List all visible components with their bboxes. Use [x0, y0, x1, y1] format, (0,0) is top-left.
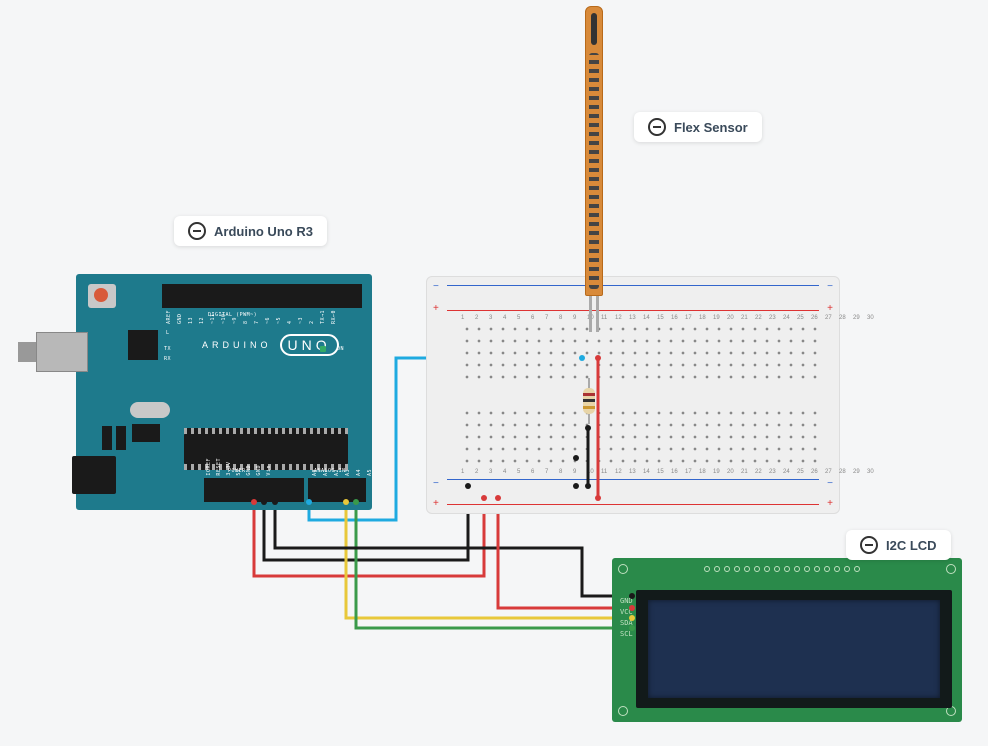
rail-minus: − [433, 281, 439, 292]
analog-header[interactable] [308, 478, 366, 502]
flex-sensor-leads [587, 296, 601, 332]
flex-sensor-strip [585, 6, 603, 296]
arduino-board[interactable]: ARDUINO UNO DIGITAL (PWM~) POWER ANALOG … [76, 274, 372, 510]
breadboard-column-numbers: 1234567891011121314151617181920212223242… [461, 469, 873, 475]
tx-label: TX [164, 346, 171, 352]
lcd-pin-labels: GNDVCCSDASCL [620, 596, 633, 640]
arduino-logo: ARDUINO UNO [202, 334, 339, 356]
mounting-hole [946, 564, 956, 574]
breadboard-column-numbers: 1234567891011121314151617181920212223242… [461, 315, 873, 321]
flex-sensor-label: Flex Sensor [634, 112, 762, 142]
on-label: ON [337, 346, 344, 352]
breadboard[interactable]: 1234567891011121314151617181920212223242… [426, 276, 840, 514]
rail-minus: − [827, 281, 833, 292]
rail-minus: − [827, 478, 833, 489]
usb-controller-chip [128, 330, 158, 360]
minus-icon[interactable] [860, 536, 878, 554]
rail-plus: + [827, 498, 833, 509]
resistor-body [583, 388, 595, 414]
capacitor [102, 426, 112, 450]
rx-label: RX [164, 356, 171, 362]
digital-pin-labels: AREFGND1312~11~10~987~6~54~32TX→1RX←0 [166, 310, 340, 324]
power-header[interactable] [204, 478, 304, 502]
breadboard-grid-bottom[interactable] [461, 407, 825, 467]
flex-sensor[interactable] [582, 6, 606, 332]
rail-plus: + [827, 303, 833, 314]
rail-plus: + [433, 498, 439, 509]
l-label: L [166, 330, 170, 336]
i2c-lcd[interactable]: GNDVCCSDASCL [612, 558, 962, 722]
lcd-frame [636, 590, 952, 708]
power-jack [72, 456, 116, 494]
usb-cable-stub [18, 342, 36, 362]
arduino-label-text: Arduino Uno R3 [214, 224, 313, 239]
arduino-label: Arduino Uno R3 [174, 216, 327, 246]
reset-button[interactable] [88, 284, 116, 308]
mounting-hole [618, 706, 628, 716]
lcd-label-text: I2C LCD [886, 538, 937, 553]
regulator [132, 424, 160, 442]
minus-icon[interactable] [188, 222, 206, 240]
analog-pin-labels: A0A1A2A3A4A5 [312, 469, 376, 476]
resistor[interactable] [583, 378, 595, 424]
usb-port [36, 332, 88, 372]
power-pin-labels: IOREFRESET3.3V5VGNDGNDVin [206, 458, 275, 476]
lcd-screen [648, 600, 940, 698]
minus-icon[interactable] [648, 118, 666, 136]
lcd-header-pins[interactable] [704, 566, 860, 572]
digital-header[interactable] [162, 284, 362, 308]
breadboard-grid-top[interactable] [461, 323, 825, 383]
power-rail-top[interactable] [447, 283, 819, 313]
mounting-hole [618, 564, 628, 574]
crystal-oscillator [130, 402, 170, 418]
flex-sensor-label-text: Flex Sensor [674, 120, 748, 135]
power-rail-bottom[interactable] [447, 477, 819, 507]
rail-plus: + [433, 303, 439, 314]
rail-minus: − [433, 478, 439, 489]
capacitor [116, 426, 126, 450]
on-led [320, 346, 326, 352]
lcd-label: I2C LCD [846, 530, 951, 560]
